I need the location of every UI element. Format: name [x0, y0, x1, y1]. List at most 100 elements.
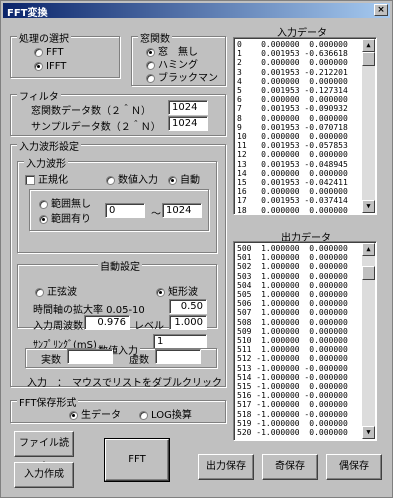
fft-window: FFT変換 × 処理の選択 FFT IFFT 窓関数 窓 無し ハミング ブラッ…: [0, 0, 393, 498]
process-ifft-label: IFFT: [46, 61, 67, 72]
list-item[interactable]: 2 0.000000 0.000000: [237, 58, 360, 67]
list-item[interactable]: 502 1.000000 0.000000: [237, 262, 360, 271]
radio-icon: [106, 175, 115, 185]
list-item[interactable]: 516 -1.000000 -0.000000: [237, 391, 360, 400]
normalize-label: 正規化: [38, 175, 68, 186]
log-radio[interactable]: LOG換算: [139, 406, 192, 421]
list-item[interactable]: 506 1.000000 0.000000: [237, 299, 360, 308]
process-legend: 処理の選択: [17, 30, 71, 45]
sample-size-field[interactable]: 1024: [168, 116, 208, 131]
even-save-button[interactable]: 偶保存: [326, 454, 382, 480]
list-item[interactable]: 517 -1.000000 0.000000: [237, 400, 360, 409]
list-item[interactable]: 12 0.000000 0.000000: [237, 150, 360, 159]
window-size-label: 窓関数データ数（２＾Ｎ）: [31, 106, 151, 117]
list-item[interactable]: 519 -1.000000 0.000000: [237, 419, 360, 428]
scroll-down-icon[interactable]: ▼: [362, 426, 375, 439]
radio-icon: [146, 73, 155, 83]
range-yes-radio[interactable]: 範囲有り: [39, 210, 91, 225]
file-read-button[interactable]: ファイル読出: [14, 431, 74, 473]
range-to-field[interactable]: 1024: [162, 203, 202, 218]
radio-icon: [139, 410, 148, 420]
list-item[interactable]: 514 -1.000000 -0.000000: [237, 373, 360, 382]
list-item[interactable]: 0 0.000000 0.000000: [237, 40, 360, 49]
list-item[interactable]: 509 1.000000 0.000000: [237, 327, 360, 336]
list-item[interactable]: 11 0.001953 -0.057853: [237, 141, 360, 150]
list-item[interactable]: 503 1.000000 0.000000: [237, 272, 360, 281]
list-item[interactable]: 504 1.000000 0.000000: [237, 281, 360, 290]
sampling-field[interactable]: 1: [153, 334, 207, 349]
output-list-scrollbar[interactable]: ▲ ▼: [362, 243, 375, 439]
imag-field[interactable]: [155, 349, 201, 364]
sine-radio[interactable]: 正弦波: [35, 283, 77, 298]
numeric-input-radio[interactable]: 数値入力: [106, 171, 158, 186]
list-item[interactable]: 507 1.000000 0.000000: [237, 308, 360, 317]
sample-size-label: サンプルデータ数（２＾Ｎ）: [31, 122, 161, 133]
list-item[interactable]: 18 0.000000 0.000000: [237, 206, 360, 214]
scroll-thumb[interactable]: [362, 52, 375, 66]
input-settings-legend: 入力波形設定: [17, 138, 81, 153]
range-from-field[interactable]: 0: [105, 203, 145, 218]
odd-save-button[interactable]: 奇保存: [262, 454, 318, 480]
list-item[interactable]: 15 0.001953 -0.042411: [237, 178, 360, 187]
radio-selected-icon: [39, 214, 48, 224]
list-item[interactable]: 511 1.000000 0.000000: [237, 345, 360, 354]
input-create-button[interactable]: 入力作成: [14, 462, 74, 488]
list-item[interactable]: 3 0.001953 -0.212201: [237, 68, 360, 77]
list-item[interactable]: 5 0.001953 -0.127314: [237, 86, 360, 95]
imag-label: 虚数: [129, 355, 149, 366]
list-item[interactable]: 501 1.000000 0.000000: [237, 253, 360, 262]
list-item[interactable]: 9 0.001953 -0.070718: [237, 123, 360, 132]
list-item[interactable]: 1 0.001953 -0.636618: [237, 49, 360, 58]
radio-icon: [39, 199, 48, 209]
range-none-radio[interactable]: 範囲無し: [39, 195, 91, 210]
list-item[interactable]: 510 1.000000 0.000000: [237, 336, 360, 345]
list-item[interactable]: 500 1.000000 0.000000: [237, 244, 360, 253]
list-item[interactable]: 7 0.001953 -0.090932: [237, 104, 360, 113]
title-bar[interactable]: FFT変換 ×: [3, 3, 390, 19]
raw-data-radio[interactable]: 生データ: [69, 406, 121, 421]
input-list-scrollbar[interactable]: ▲ ▼: [362, 39, 375, 213]
list-item[interactable]: 17 0.001953 -0.037414: [237, 196, 360, 205]
list-item[interactable]: 10 0.000000 0.000000: [237, 132, 360, 141]
auto-radio[interactable]: 自動: [168, 171, 200, 186]
list-item[interactable]: 16 0.000000 0.000000: [237, 187, 360, 196]
list-item[interactable]: 508 1.000000 0.000000: [237, 318, 360, 327]
list-item[interactable]: 14 0.000000 0.000000: [237, 169, 360, 178]
list-item[interactable]: 513 -1.000000 -0.000000: [237, 364, 360, 373]
list-item[interactable]: 518 -1.000000 -0.000000: [237, 410, 360, 419]
list-item[interactable]: 520 -1.000000 0.000000: [237, 428, 360, 437]
radio-icon: [34, 47, 43, 57]
real-field[interactable]: [67, 349, 113, 364]
sine-label: 正弦波: [47, 287, 77, 298]
list-item[interactable]: 8 0.000000 0.000000: [237, 114, 360, 123]
fft-button[interactable]: FFT: [104, 438, 170, 482]
window-blackman-radio[interactable]: ブラックマン: [146, 69, 218, 84]
auto-settings-legend: 自動設定: [98, 258, 142, 273]
list-item[interactable]: 512 -1.000000 0.000000: [237, 354, 360, 363]
output-save-button[interactable]: 出力保存: [198, 454, 254, 480]
list-item[interactable]: 6 0.000000 0.000000: [237, 95, 360, 104]
list-item[interactable]: 505 1.000000 0.000000: [237, 290, 360, 299]
window-size-field[interactable]: 1024: [168, 100, 208, 115]
scroll-down-icon[interactable]: ▼: [362, 200, 375, 213]
process-ifft-radio[interactable]: IFFT: [34, 61, 66, 72]
close-button[interactable]: ×: [374, 4, 388, 16]
square-label: 矩形波: [168, 287, 198, 298]
time-scale-field[interactable]: 0.50: [169, 299, 207, 314]
scroll-thumb[interactable]: [362, 266, 375, 280]
scroll-up-icon[interactable]: ▲: [362, 39, 375, 52]
output-data-list[interactable]: 500 1.000000 0.000000 501 1.000000 0.0000…: [233, 241, 377, 441]
normalize-checkbox[interactable]: 正規化: [25, 171, 68, 186]
input-freq-field[interactable]: 0.976: [84, 315, 130, 330]
list-item[interactable]: 515 -1.000000 0.000000: [237, 382, 360, 391]
range-yes-label: 範囲有り: [51, 214, 91, 225]
input-data-list[interactable]: 0 0.000000 0.000000 1 0.001953 -0.636618 2…: [233, 37, 377, 215]
process-fft-radio[interactable]: FFT: [34, 47, 63, 58]
list-item[interactable]: 13 0.001953 -0.048945: [237, 160, 360, 169]
list-item[interactable]: 4 0.000000 0.000000: [237, 77, 360, 86]
square-radio[interactable]: 矩形波: [156, 283, 198, 298]
level-field[interactable]: 1.000: [169, 315, 207, 330]
radio-selected-icon: [156, 287, 165, 297]
level-label: レベル: [134, 321, 164, 332]
scroll-up-icon[interactable]: ▲: [362, 243, 375, 256]
